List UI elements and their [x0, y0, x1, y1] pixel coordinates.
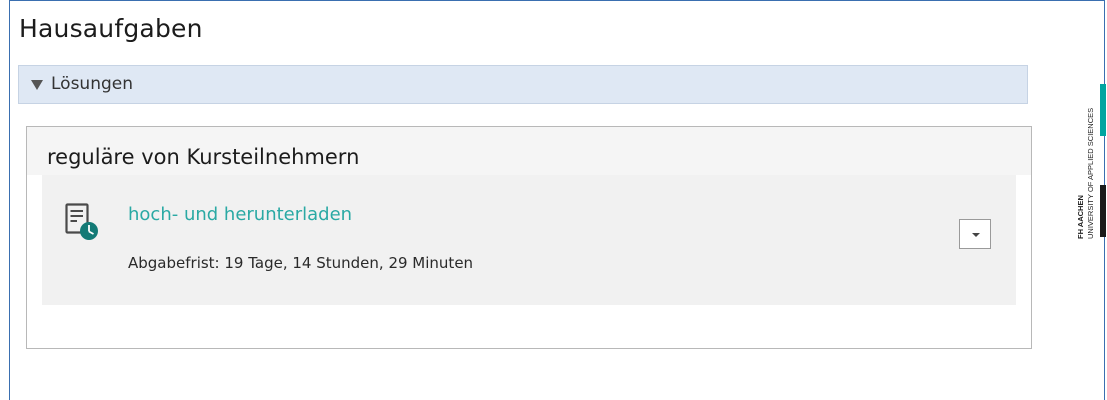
fh-aachen-logo: FH AACHEN UNIVERSITY OF APPLIED SCIENCES: [1070, 82, 1107, 242]
section-header: reguläre von Kursteilnehmern: [27, 127, 1031, 175]
page-title: Hausaufgaben: [19, 14, 203, 43]
logo-line-tagline: UNIVERSITY OF APPLIED SCIENCES: [1086, 107, 1095, 239]
accordion-label: Lösungen: [51, 74, 134, 94]
triangle-down-icon: [31, 80, 43, 90]
logo-teal-bar: [1100, 84, 1106, 136]
logo-text: FH AACHEN UNIVERSITY OF APPLIED SCIENCES: [1070, 82, 1100, 242]
deadline-text: Abgabefrist: 19 Tage, 14 Stunden, 29 Min…: [128, 254, 474, 272]
submissions-box: reguläre von Kursteilnehmern hoch- und h…: [26, 126, 1032, 349]
list-item: hoch- und herunterladen Abgabefrist: 19 …: [42, 175, 1016, 305]
homework-clock-icon: [65, 203, 98, 240]
homework-link[interactable]: hoch- und herunterladen: [128, 204, 352, 225]
section-title: reguläre von Kursteilnehmern: [47, 145, 360, 169]
logo-dark-bar: [1100, 185, 1106, 237]
accordion-loesungen[interactable]: Lösungen: [18, 65, 1028, 104]
actions-dropdown-button[interactable]: [959, 219, 991, 249]
caret-down-icon: [972, 233, 980, 237]
logo-line-name: FH AACHEN: [1076, 195, 1085, 239]
